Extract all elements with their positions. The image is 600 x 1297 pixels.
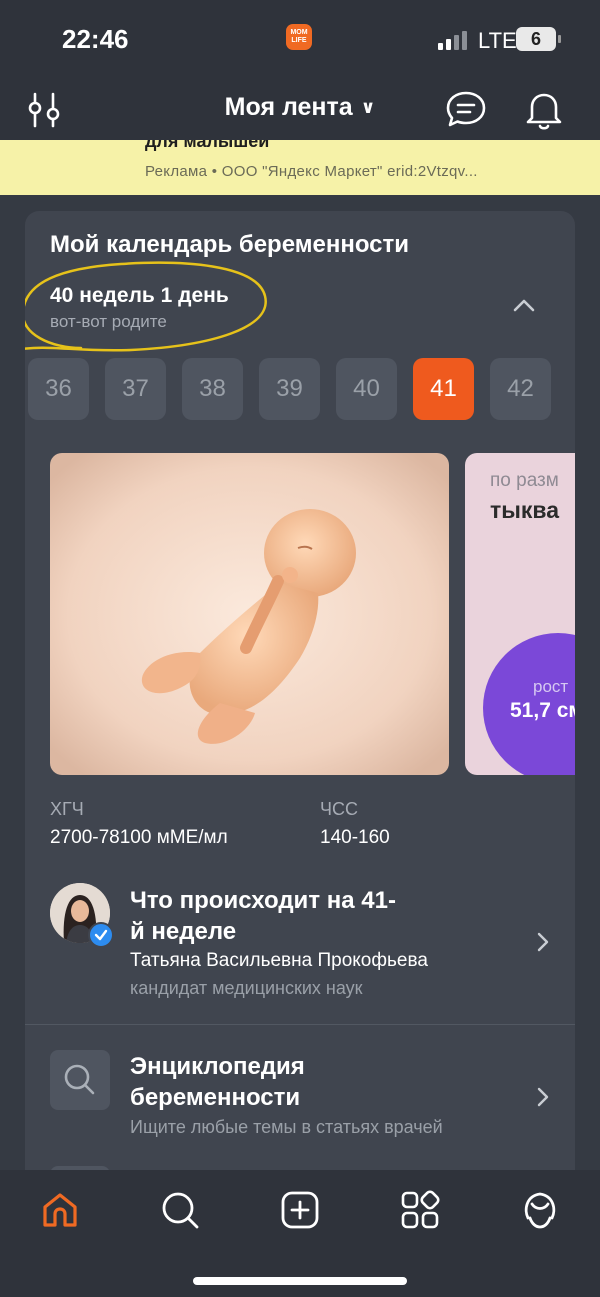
size-comparison: тыква: [490, 497, 560, 523]
heart-rate-label: ЧСС: [320, 799, 358, 819]
status-bar: 22:46 MOM LIFE LTE 6: [0, 0, 600, 80]
week-42-button[interactable]: 42: [490, 358, 551, 420]
highlight-annotation: [25, 261, 267, 352]
divider: [25, 1024, 575, 1025]
signal-icon: [438, 31, 467, 50]
author-credentials: кандидат медицинских наук: [130, 978, 363, 998]
article-author: Татьяна Васильевна Прокофьева: [130, 950, 428, 971]
article-title-line-1: Что происходит на 41-: [130, 887, 396, 914]
pregnancy-status: вот-вот родите: [50, 312, 167, 331]
week-36-button[interactable]: 36: [28, 358, 89, 420]
encyclopedia-title-line-1: Энциклопедия: [130, 1053, 305, 1080]
verified-icon: [88, 922, 114, 948]
services-icon[interactable]: [398, 1188, 442, 1232]
week-37-button[interactable]: 37: [105, 358, 166, 420]
hcg-label: ХГЧ: [50, 799, 84, 819]
add-post-icon[interactable]: [278, 1188, 322, 1232]
chevron-down-icon: ∨: [360, 97, 376, 117]
week-40-button[interactable]: 40: [336, 358, 397, 420]
heart-rate-value: 140-160: [320, 827, 390, 848]
ad-meta: Реклама • ООО "Яндекс Маркет" erid:2Vtzq…: [145, 163, 478, 180]
week-39-button[interactable]: 39: [259, 358, 320, 420]
card-title: Мой календарь беременности: [50, 231, 410, 258]
chevron-right-icon: [537, 932, 549, 952]
top-header: Моя лента ∨: [0, 80, 600, 140]
week-selector: 36 37 38 39 40 41 42: [28, 358, 575, 420]
week-41-button[interactable]: 41: [413, 358, 474, 420]
chat-icon[interactable]: [444, 88, 488, 132]
encyclopedia-row[interactable]: Энциклопедия беременности Ищите любые те…: [25, 1049, 575, 1149]
ad-banner[interactable]: для малышей Реклама • ООО "Яндекс Маркет…: [0, 140, 600, 195]
home-indicator: [193, 1277, 407, 1285]
encyclopedia-subtitle: Ищите любые темы в статьях врачей: [130, 1117, 443, 1137]
size-label: по разм: [490, 470, 559, 491]
network-label: LTE: [478, 28, 517, 53]
app-logo-icon: MOM LIFE: [286, 24, 312, 50]
fetus-illustration[interactable]: [50, 453, 449, 775]
chevron-up-icon[interactable]: [510, 291, 538, 319]
battery-icon: 6: [516, 27, 561, 51]
feed-title: Моя лента: [224, 93, 353, 121]
week-38-button[interactable]: 38: [182, 358, 243, 420]
encyclopedia-title-line-2: беременности: [130, 1084, 301, 1111]
ad-title: для малышей: [145, 140, 270, 151]
height-label: рост: [533, 677, 569, 696]
status-time: 22:46: [62, 24, 129, 54]
hcg-value: 2700-78100 мМЕ/мл: [50, 827, 228, 848]
pregnancy-duration: 40 недель 1 день: [50, 284, 229, 307]
feed-selector[interactable]: Моя лента ∨: [0, 93, 600, 122]
pregnancy-calendar-card: Мой календарь беременности 40 недель 1 д…: [25, 211, 575, 1191]
height-value: 51,7 см: [510, 699, 575, 722]
home-icon[interactable]: [38, 1188, 82, 1232]
chevron-right-icon: [537, 1087, 549, 1107]
article-title-line-2: й неделе: [130, 918, 237, 945]
profile-icon[interactable]: [518, 1188, 562, 1232]
fetus-size-card[interactable]: по разм тыква рост 51,7 см: [465, 453, 575, 775]
weekly-article-row[interactable]: Что происходит на 41- й неделе Татьяна В…: [25, 879, 575, 999]
bell-icon[interactable]: [522, 88, 566, 132]
search-icon[interactable]: [158, 1188, 202, 1232]
